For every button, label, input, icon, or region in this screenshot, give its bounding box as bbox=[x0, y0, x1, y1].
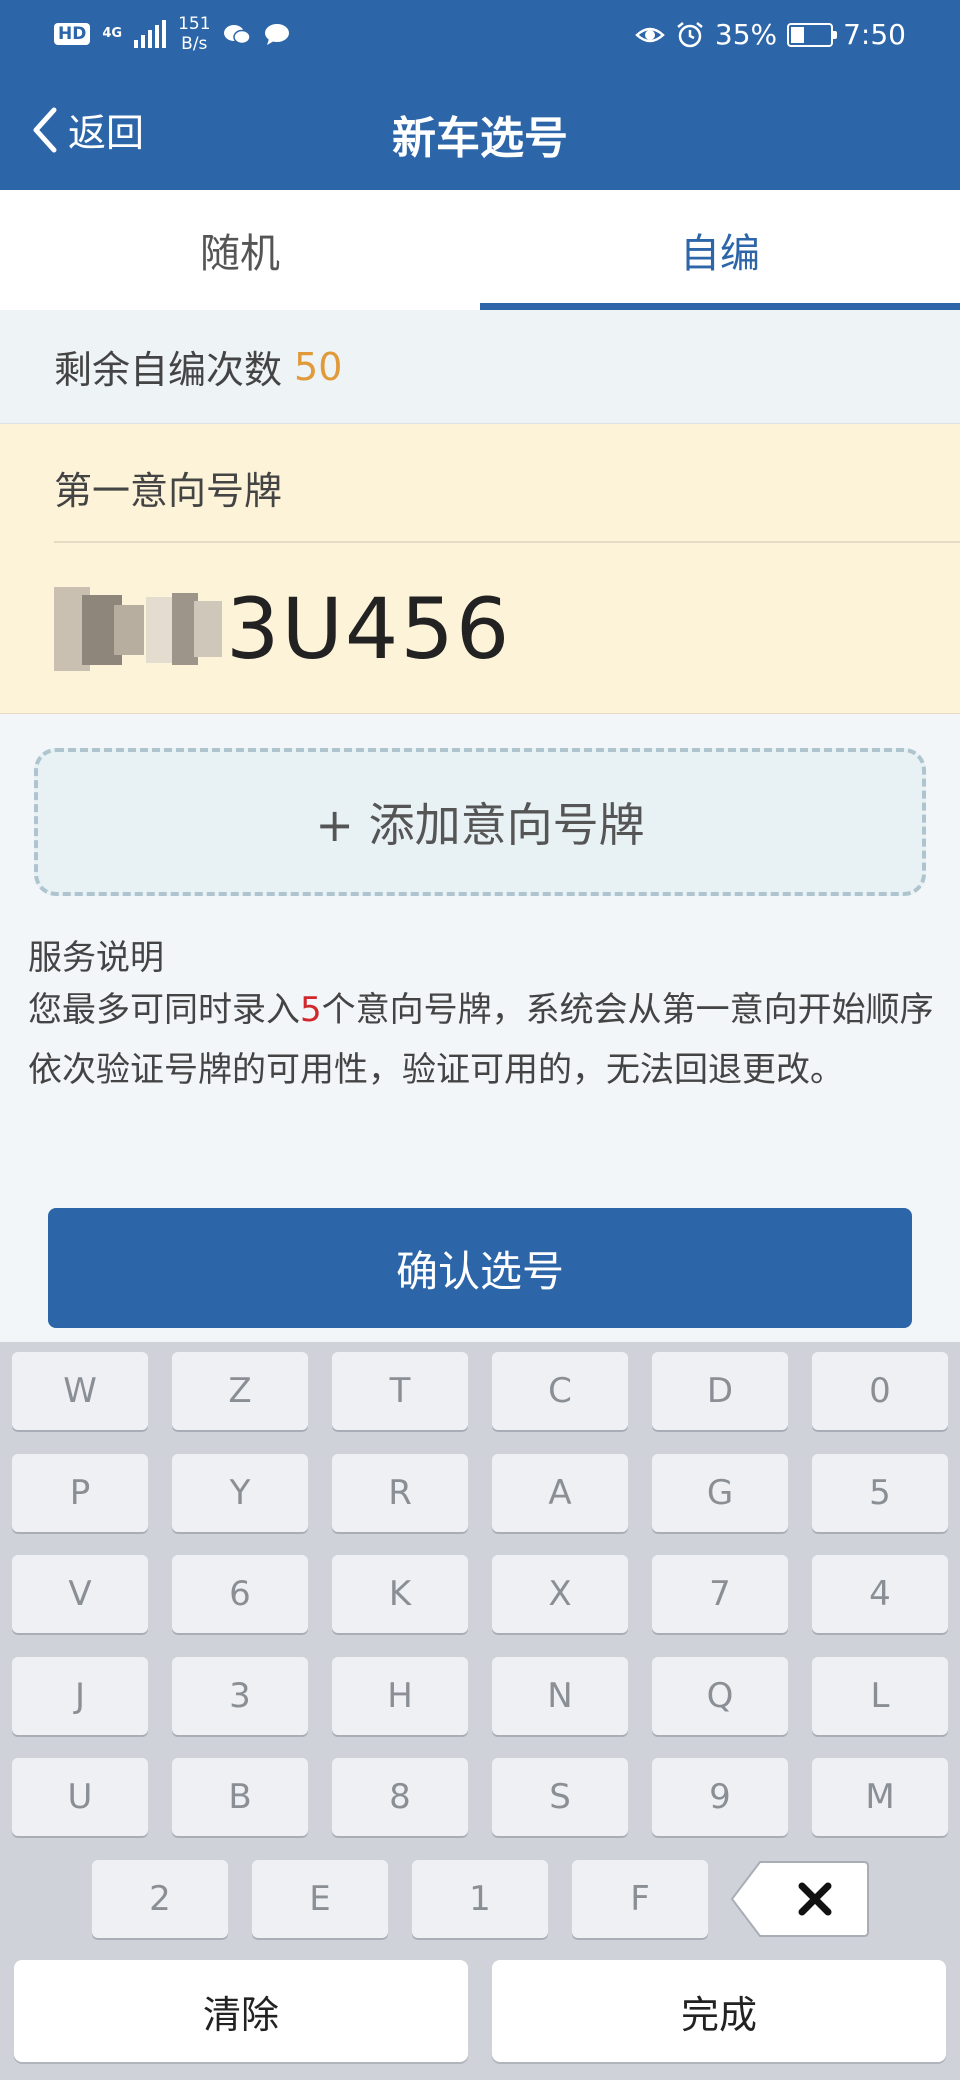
navbar: 返回 新车选号 bbox=[0, 72, 960, 190]
keyboard-key[interactable]: R bbox=[332, 1453, 468, 1532]
keyboard-key[interactable]: B bbox=[172, 1758, 308, 1836]
keyboard-key[interactable]: X bbox=[492, 1555, 628, 1633]
divider bbox=[54, 541, 960, 543]
keyboard-key[interactable]: F bbox=[572, 1859, 708, 1938]
keyboard-key[interactable]: E bbox=[252, 1859, 388, 1938]
keyboard-key[interactable]: H bbox=[332, 1656, 468, 1735]
keyboard-key[interactable]: M bbox=[812, 1758, 948, 1836]
battery-percent: 35% bbox=[714, 18, 778, 51]
keyboard-key[interactable]: 3 bbox=[172, 1656, 308, 1735]
keyboard-key[interactable]: 8 bbox=[332, 1758, 468, 1836]
keyboard-key[interactable]: 5 bbox=[812, 1453, 948, 1532]
service-description: 您最多可同时录入5个意向号牌，系统会从第一意向开始顺序依次验证号牌的可用性，验证… bbox=[28, 980, 938, 1100]
keyboard-key[interactable]: K bbox=[332, 1555, 468, 1633]
remaining-label: 剩余自编次数 bbox=[54, 348, 283, 392]
keyboard-key[interactable]: G bbox=[652, 1453, 788, 1532]
page-title: 新车选号 bbox=[392, 113, 568, 164]
keyboard-key[interactable]: D bbox=[652, 1352, 788, 1430]
signal-icon bbox=[134, 20, 167, 48]
clock: 7:50 bbox=[843, 18, 906, 51]
wechat-icon bbox=[223, 25, 251, 45]
done-button[interactable]: 完成 bbox=[492, 1960, 946, 2062]
keyboard-key[interactable]: W bbox=[12, 1352, 148, 1430]
keyboard-key[interactable]: 4 bbox=[812, 1555, 948, 1633]
blurred-plate-prefix bbox=[54, 587, 224, 671]
plate-card: 第一意向号牌 3U456 bbox=[0, 424, 960, 714]
plate-number-text: 3U456 bbox=[226, 580, 512, 678]
delete-key[interactable] bbox=[730, 1860, 870, 1938]
keyboard-key[interactable]: Y bbox=[172, 1453, 308, 1532]
keyboard-key[interactable]: J bbox=[12, 1656, 148, 1735]
keyboard-key[interactable]: 7 bbox=[652, 1555, 788, 1633]
keyboard-key[interactable]: N bbox=[492, 1656, 628, 1735]
add-plate-button[interactable]: + 添加意向号牌 bbox=[34, 748, 926, 896]
clear-button[interactable]: 清除 bbox=[14, 1960, 468, 2062]
tab-custom[interactable]: 自编 bbox=[480, 190, 960, 310]
keyboard-key[interactable]: U bbox=[12, 1758, 148, 1836]
keyboard-key[interactable]: T bbox=[332, 1352, 468, 1430]
keyboard-key[interactable]: Q bbox=[652, 1656, 788, 1735]
keyboard-key[interactable]: Z bbox=[172, 1352, 308, 1430]
keyboard-key[interactable]: P bbox=[12, 1453, 148, 1532]
battery-icon bbox=[787, 22, 838, 47]
keyboard-key[interactable]: 9 bbox=[652, 1758, 788, 1836]
max-plate-count: 5 bbox=[300, 990, 322, 1030]
keyboard-key[interactable]: C bbox=[492, 1352, 628, 1430]
keyboard-key[interactable]: 1 bbox=[412, 1859, 548, 1938]
service-text-before: 您最多可同时录入 bbox=[28, 990, 300, 1030]
message-icon bbox=[264, 24, 289, 45]
remaining-count: 50 bbox=[294, 344, 343, 389]
keyboard-key[interactable]: 0 bbox=[812, 1352, 948, 1430]
eye-icon bbox=[635, 27, 665, 42]
confirm-button[interactable]: 确认选号 bbox=[48, 1208, 912, 1328]
keyboard-key[interactable]: 2 bbox=[92, 1859, 228, 1938]
backspace-icon bbox=[730, 1861, 869, 1937]
hd-badge: HD bbox=[54, 23, 91, 45]
plate-keyboard: WZTCD0 PYRAG5 V6KX74 J3HNQL UB8S9M 2E1F 清除 完成 bbox=[0, 1342, 960, 2080]
service-title: 服务说明 bbox=[28, 938, 164, 978]
network-type: 4G bbox=[102, 26, 123, 41]
network-speed: 151 B/s bbox=[178, 14, 210, 54]
speed-unit: B/s bbox=[181, 34, 208, 54]
keyboard-key[interactable]: V bbox=[12, 1555, 148, 1633]
alarm-icon bbox=[677, 21, 703, 47]
plate-number-input[interactable]: 3U456 bbox=[54, 584, 511, 674]
remaining-count-row: 剩余自编次数 50 bbox=[0, 310, 960, 424]
keyboard-key[interactable]: L bbox=[812, 1656, 948, 1735]
status-bar: HD 4G 151 B/s 35% 7:50 bbox=[0, 0, 960, 72]
keyboard-key[interactable]: S bbox=[492, 1758, 628, 1836]
tab-random[interactable]: 随机 bbox=[0, 190, 480, 310]
keyboard-key[interactable]: 6 bbox=[172, 1555, 308, 1633]
plate-label: 第一意向号牌 bbox=[54, 469, 283, 513]
tab-bar: 随机 自编 bbox=[0, 190, 960, 310]
speed-value: 151 bbox=[178, 14, 211, 34]
keyboard-key[interactable]: A bbox=[492, 1453, 628, 1532]
